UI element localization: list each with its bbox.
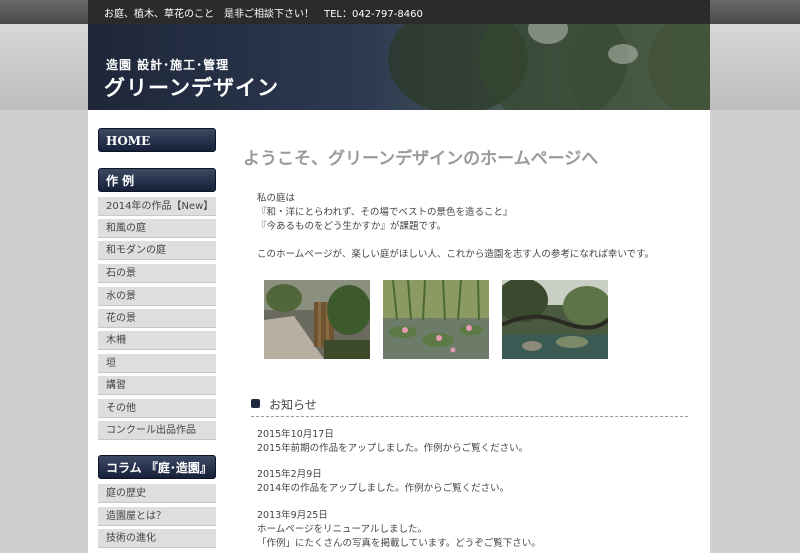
- main-content: ようこそ、グリーンデザインのホームページへ 私の庭は 『和・洋にとらわれず、その…: [243, 110, 703, 553]
- page-title: ようこそ、グリーンデザインのホームページへ: [243, 149, 599, 169]
- news-text: 2014年の作品をアップしました。作例からご覧ください。: [257, 483, 510, 494]
- news-date: 2015年10月17日: [257, 429, 334, 440]
- nav-works-hedge[interactable]: 垣: [98, 354, 216, 373]
- news-date: 2013年9月25日: [257, 510, 328, 521]
- sidebar: HOME 作 例 2014年の作品【New】 和風の庭 和モダンの庭 石の景 水…: [88, 110, 226, 553]
- home-button[interactable]: HOME: [98, 128, 216, 152]
- news-text: 「作例」にたくさんの写真を掲載しています。どうぞご覧下さい。: [257, 538, 541, 549]
- garden-photo-2[interactable]: [383, 280, 489, 359]
- news-text: 2015年前期の作品をアップしました。作例からご覧ください。: [257, 443, 529, 454]
- nav-column-landscaper[interactable]: 造園屋とは？: [98, 507, 216, 526]
- works-heading: 作 例: [98, 168, 216, 192]
- nav-works-fence[interactable]: 木柵: [98, 331, 216, 350]
- header-banner: 造園 設計･施工･管理 グリーンデザイン: [88, 24, 710, 110]
- nav-works-water[interactable]: 水の景: [98, 287, 216, 306]
- nav-works-modern[interactable]: 和モダンの庭: [98, 241, 216, 260]
- nav-works-other[interactable]: その他: [98, 399, 216, 418]
- news-item: 2013年9月25日 ホームページをリニューアルしました。 「作例」にたくさんの…: [257, 509, 541, 551]
- header-subtitle: 造園 設計･施工･管理: [106, 58, 230, 72]
- news-heading: お知らせ: [251, 396, 688, 417]
- nav-works-stone[interactable]: 石の景: [98, 264, 216, 283]
- nav-column-technique[interactable]: 技術の進化: [98, 529, 216, 548]
- garden-photo-3[interactable]: [502, 280, 608, 359]
- nav-works-2014[interactable]: 2014年の作品【New】: [98, 197, 216, 216]
- intro-line: [257, 234, 654, 248]
- column-heading: コラム 『庭･造園』: [98, 455, 216, 479]
- intro-text: 私の庭は 『和・洋にとらわれず、その場でベストの景色を造ること』 『今あるものを…: [257, 192, 654, 262]
- nav-column-history[interactable]: 庭の歴史: [98, 484, 216, 503]
- nav-works-lecture[interactable]: 講習: [98, 376, 216, 395]
- news-date: 2015年2月9日: [257, 469, 322, 480]
- intro-line: 『和・洋にとらわれず、その場でベストの景色を造ること』: [257, 207, 513, 218]
- site-logo[interactable]: グリーンデザイン: [104, 72, 279, 102]
- top-bar-inner: お庭、植木、草花のこと 是非ご相談下さい！ TEL：042-797-8460: [88, 0, 710, 24]
- news-title: お知らせ: [269, 398, 317, 412]
- nav-works-flower[interactable]: 花の景: [98, 309, 216, 328]
- garden-photo-1[interactable]: [264, 280, 370, 359]
- news-item: 2015年2月9日 2014年の作品をアップしました。作例からご覧ください。: [257, 468, 509, 496]
- intro-line: このホームページが、楽しい庭がほしい人、これから造園を志す人の参考になれば幸いで…: [257, 249, 655, 260]
- nav-works-japanese[interactable]: 和風の庭: [98, 219, 216, 238]
- intro-line: 私の庭は: [257, 193, 296, 204]
- bullet-icon: [251, 399, 260, 408]
- nav-works-contest[interactable]: コンクール出品作品: [98, 421, 216, 440]
- news-item: 2015年10月17日 2015年前期の作品をアップしました。作例からご覧くださ…: [257, 428, 528, 456]
- news-text: ホームページをリニューアルしました。: [257, 524, 428, 535]
- contact-text: お庭、植木、草花のこと 是非ご相談下さい！ TEL：042-797-8460: [104, 9, 423, 20]
- intro-line: 『今あるものをどう生かすか』が課題です。: [257, 221, 447, 232]
